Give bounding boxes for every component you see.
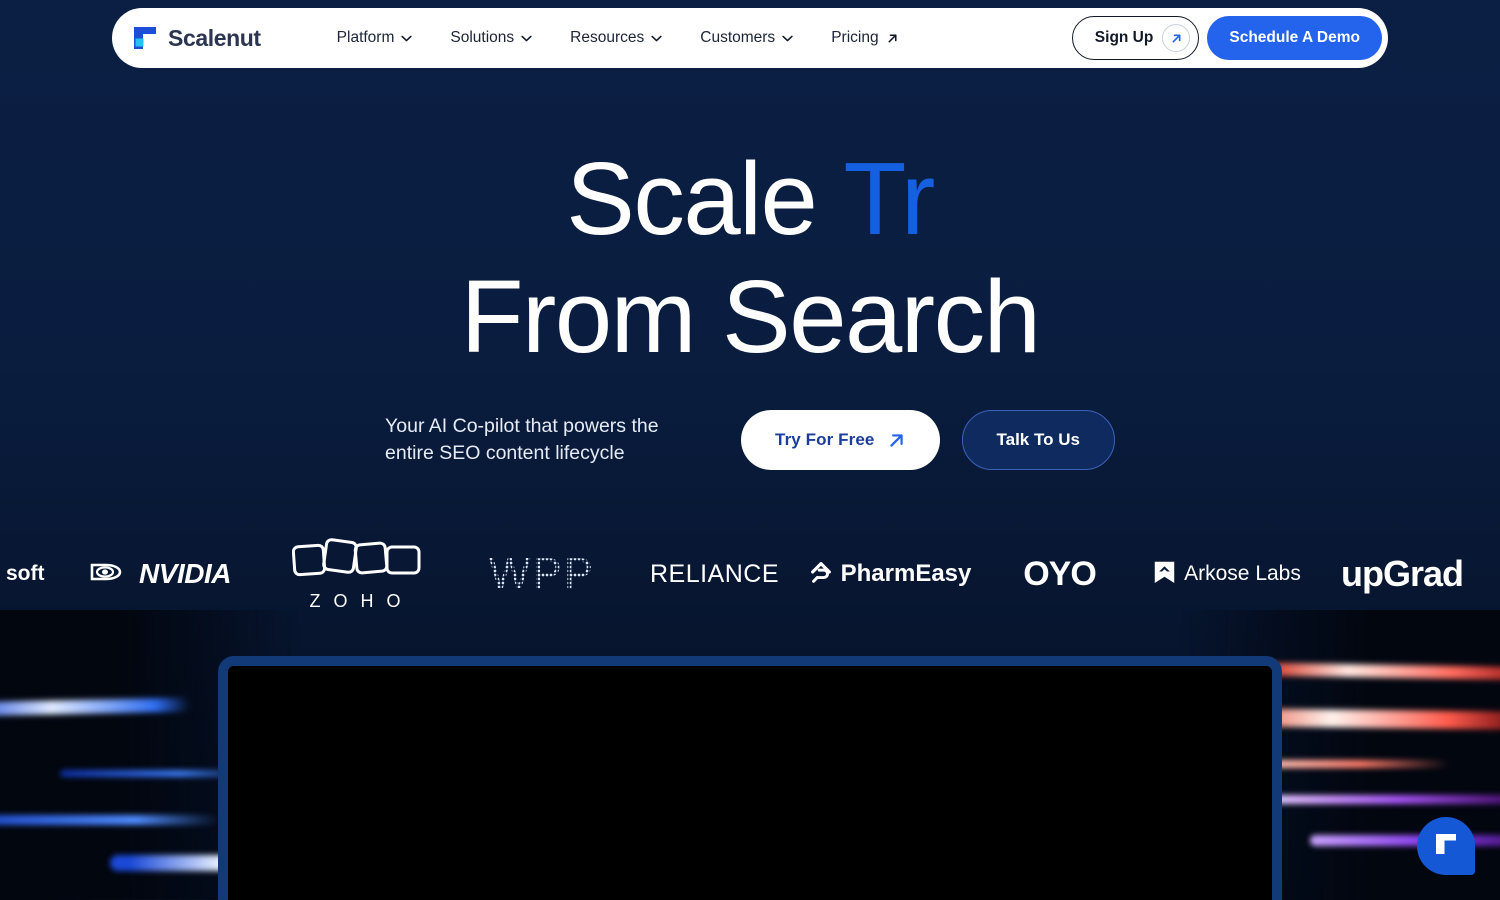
logo-upgrad: upGrad xyxy=(1312,528,1492,620)
try-for-free-label: Try For Free xyxy=(775,430,875,449)
logo-label: soft xyxy=(6,562,45,585)
chevron-down-icon xyxy=(401,35,413,42)
light-streak xyxy=(0,815,220,825)
hero-subtitle: Your AI Co-pilot that powers the entire … xyxy=(385,415,659,464)
arrow-up-right-icon xyxy=(886,32,899,45)
logo-label: WPP xyxy=(488,549,596,598)
nav-item-label: Solutions xyxy=(450,29,515,46)
product-demo-video-frame[interactable] xyxy=(218,656,1282,900)
hero-cta-group: Try For Free Talk To Us xyxy=(741,410,1115,470)
logo-nvidia: NVIDIA xyxy=(62,528,257,620)
logo-pharmeasy: PharmEasy xyxy=(802,528,977,620)
logo-label: NVIDIA xyxy=(139,558,231,589)
nav-item-label: Pricing xyxy=(831,29,879,46)
logo-label: PharmEasy xyxy=(840,560,972,587)
chevron-down-icon xyxy=(651,35,662,42)
brand-name: Scalenut xyxy=(168,24,261,51)
nvidia-eye-icon xyxy=(88,559,132,590)
logo-label: OYO xyxy=(1023,554,1097,593)
nav-item-label: Platform xyxy=(336,29,395,46)
header-actions: Sign Up Schedule A Demo xyxy=(1071,16,1382,60)
nav-item-pricing[interactable]: Pricing xyxy=(831,29,898,47)
logo-label: Z O H O xyxy=(309,591,405,611)
chevron-down-icon xyxy=(782,35,793,42)
sign-up-button[interactable]: Sign Up xyxy=(1071,16,1200,60)
light-streak xyxy=(1260,795,1500,804)
chevron-down-icon xyxy=(521,35,532,42)
nav-item-label: Resources xyxy=(570,29,645,46)
chat-widget-button[interactable] xyxy=(1417,817,1475,875)
logo-wpp: WPP xyxy=(457,528,627,620)
hero-heading-line2: From Search xyxy=(460,259,1041,374)
hero-heading-typed-accent: Tr xyxy=(843,141,935,256)
arkose-shield-icon xyxy=(1153,558,1176,590)
hero-section: Scale Tr From Search Your AI Co-pilot th… xyxy=(0,0,1500,470)
site-header: Scalenut Platform Solutions Resources Cu… xyxy=(112,8,1388,68)
talk-to-us-button[interactable]: Talk To Us xyxy=(961,410,1115,470)
customer-logo-carousel[interactable]: soft NVIDIA Z O H O WPP RELIANCE PharmEa… xyxy=(0,528,1500,620)
pharmeasy-mark-icon xyxy=(808,559,834,590)
logo-label: upGrad xyxy=(1340,553,1464,594)
arrow-up-right-icon xyxy=(1162,24,1191,52)
product-demo-video-player[interactable] xyxy=(228,666,1272,900)
logo-arkose-labs: Arkose Labs xyxy=(1142,528,1312,620)
sign-up-label: Sign Up xyxy=(1094,29,1154,46)
schedule-demo-button[interactable]: Schedule A Demo xyxy=(1207,16,1382,60)
logo-oyo: OYO xyxy=(977,528,1142,620)
nav-item-platform[interactable]: Platform xyxy=(337,29,413,47)
light-streak xyxy=(0,697,191,717)
nav-item-customers[interactable]: Customers xyxy=(700,29,793,47)
scalenut-chat-icon xyxy=(1433,831,1459,862)
scalenut-logo-icon xyxy=(132,25,158,51)
try-for-free-button[interactable]: Try For Free xyxy=(741,410,940,470)
nav-item-resources[interactable]: Resources xyxy=(570,29,662,47)
zoho-mark-icon xyxy=(291,536,422,585)
logo-next-partial xyxy=(1492,528,1500,620)
logo-label: Arkose Labs xyxy=(1184,562,1301,585)
logo-reliance: RELIANCE xyxy=(627,528,802,620)
nav-item-solutions[interactable]: Solutions xyxy=(450,29,532,47)
nav-item-label: Customers xyxy=(700,29,776,46)
arrow-up-right-icon xyxy=(887,431,906,450)
logo-label: RELIANCE xyxy=(649,559,780,588)
hero-subrow: Your AI Co-pilot that powers the entire … xyxy=(0,410,1500,470)
brand-logo[interactable]: Scalenut xyxy=(132,25,261,52)
hero-heading: Scale Tr From Search xyxy=(0,140,1500,376)
main-navigation: Platform Solutions Resources Customers P xyxy=(337,29,899,47)
logo-microsoft: soft xyxy=(0,528,62,620)
light-streak xyxy=(1269,662,1500,681)
logo-zoho: Z O H O xyxy=(257,528,457,620)
hero-heading-static: Scale xyxy=(566,141,844,256)
